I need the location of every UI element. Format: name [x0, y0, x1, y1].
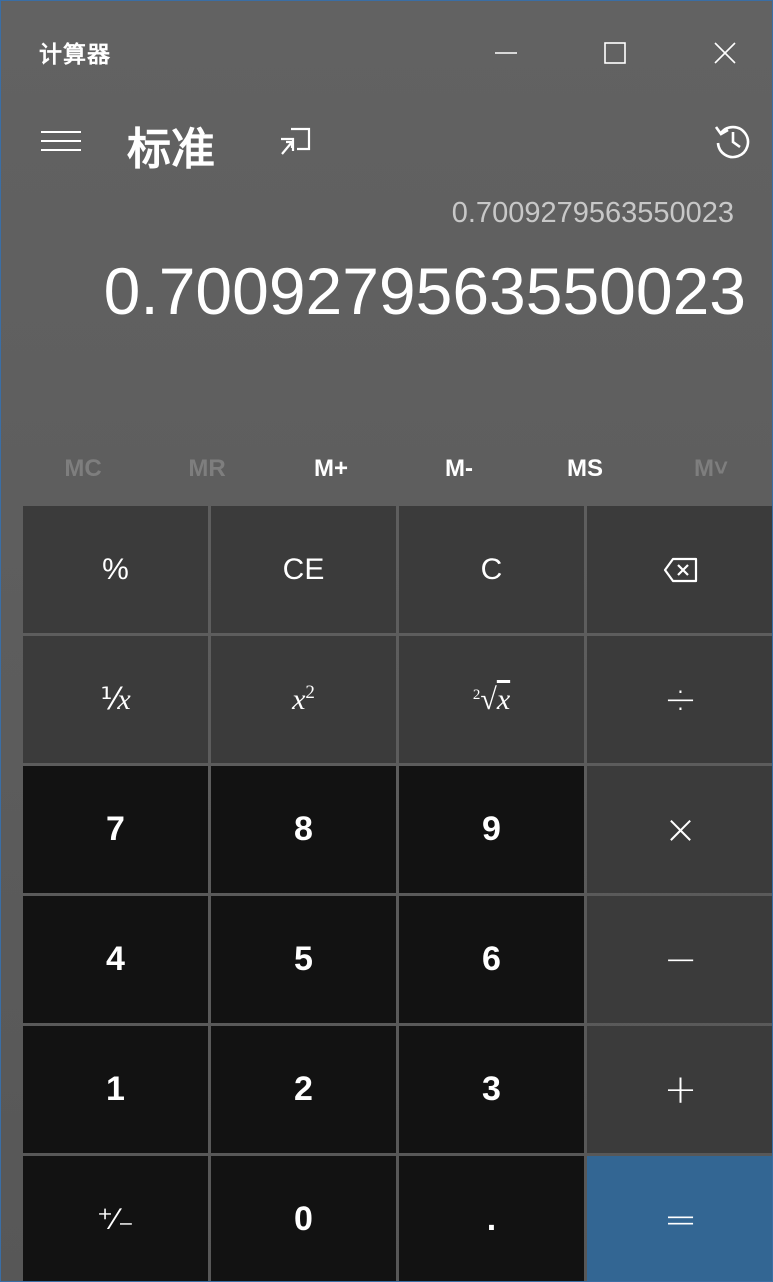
digit-7-key[interactable]: 7 [23, 766, 208, 893]
minimize-button[interactable] [476, 25, 536, 81]
history-button[interactable] [705, 115, 761, 165]
keep-on-top-icon [281, 127, 311, 155]
close-button[interactable] [695, 25, 755, 81]
digit-2-label: 2 [294, 1070, 313, 1108]
close-icon [714, 42, 736, 64]
digit-1-key[interactable]: 1 [23, 1026, 208, 1153]
reciprocal-label: ⅟x [100, 683, 131, 716]
clear-entry-key[interactable]: CE [211, 506, 396, 633]
memory-clear-button[interactable]: MC [23, 441, 143, 497]
title-bar[interactable]: 计算器 [1, 1, 772, 105]
backspace-icon [663, 557, 697, 582]
digit-0-label: 0 [294, 1200, 313, 1238]
maximize-button[interactable] [585, 25, 645, 81]
history-icon [714, 125, 750, 159]
mode-title: 标准 [127, 124, 215, 175]
equals-label: = [663, 1196, 698, 1243]
digit-5-label: 5 [294, 940, 313, 978]
backspace-key[interactable] [587, 506, 772, 633]
digit-3-key[interactable]: 3 [399, 1026, 584, 1153]
minimize-icon [495, 52, 517, 54]
keypad: % CE C ⅟x x2 2√x ÷ 7 8 9 × 4 5 6 − 1 2 3… [23, 506, 772, 1281]
digit-2-key[interactable]: 2 [211, 1026, 396, 1153]
divide-label: ÷ [663, 676, 698, 723]
digit-8-label: 8 [294, 810, 313, 848]
digit-6-label: 6 [482, 940, 501, 978]
clear-entry-label: CE [282, 552, 325, 586]
hamburger-icon [41, 131, 81, 151]
digit-5-key[interactable]: 5 [211, 896, 396, 1023]
reciprocal-key[interactable]: ⅟x [23, 636, 208, 763]
memory-store-button[interactable]: MS [525, 441, 645, 497]
subtract-label: − [663, 936, 698, 983]
digit-8-key[interactable]: 8 [211, 766, 396, 893]
memory-list-button[interactable]: M˅ [651, 441, 771, 497]
keep-on-top-button[interactable] [269, 117, 321, 165]
negate-key[interactable]: ⁺∕₋ [23, 1156, 208, 1281]
result-display: 0.7009279563550023 [103, 254, 746, 328]
subtract-key[interactable]: − [587, 896, 772, 1023]
square-label: x2 [292, 682, 315, 716]
square-root-label: 2√x [472, 682, 511, 716]
percent-key[interactable]: % [23, 506, 208, 633]
square-root-key[interactable]: 2√x [399, 636, 584, 763]
expression-display: 0.7009279563550023 [451, 197, 734, 229]
digit-9-key[interactable]: 9 [399, 766, 584, 893]
decimal-key[interactable]: . [399, 1156, 584, 1281]
equals-key[interactable]: = [587, 1156, 772, 1281]
digit-1-label: 1 [106, 1070, 125, 1108]
percent-label: % [102, 552, 129, 586]
digit-4-label: 4 [106, 940, 125, 978]
digit-9-label: 9 [482, 810, 501, 848]
navigation-menu-button[interactable] [35, 119, 87, 163]
clear-key[interactable]: C [399, 506, 584, 633]
multiply-key[interactable]: × [587, 766, 772, 893]
memory-row: MC MR M+ M- MS M˅ [1, 441, 772, 497]
memory-subtract-button[interactable]: M- [399, 441, 519, 497]
add-key[interactable]: + [587, 1026, 772, 1153]
digit-4-key[interactable]: 4 [23, 896, 208, 1023]
clear-label: C [480, 552, 503, 586]
square-key[interactable]: x2 [211, 636, 396, 763]
digit-7-label: 7 [106, 810, 125, 848]
memory-recall-button[interactable]: MR [147, 441, 267, 497]
digit-6-key[interactable]: 6 [399, 896, 584, 1023]
decimal-label: . [486, 1200, 497, 1238]
multiply-label: × [663, 806, 698, 853]
digit-0-key[interactable]: 0 [211, 1156, 396, 1281]
memory-add-button[interactable]: M+ [271, 441, 391, 497]
negate-label: ⁺∕₋ [97, 1203, 134, 1236]
calculator-window: 计算器 标准 0.7009279563550023 0.700927956355… [0, 0, 773, 1282]
add-label: + [663, 1066, 698, 1113]
digit-3-label: 3 [482, 1070, 501, 1108]
maximize-icon [604, 42, 626, 64]
divide-key[interactable]: ÷ [587, 636, 772, 763]
app-title: 计算器 [39, 42, 111, 68]
